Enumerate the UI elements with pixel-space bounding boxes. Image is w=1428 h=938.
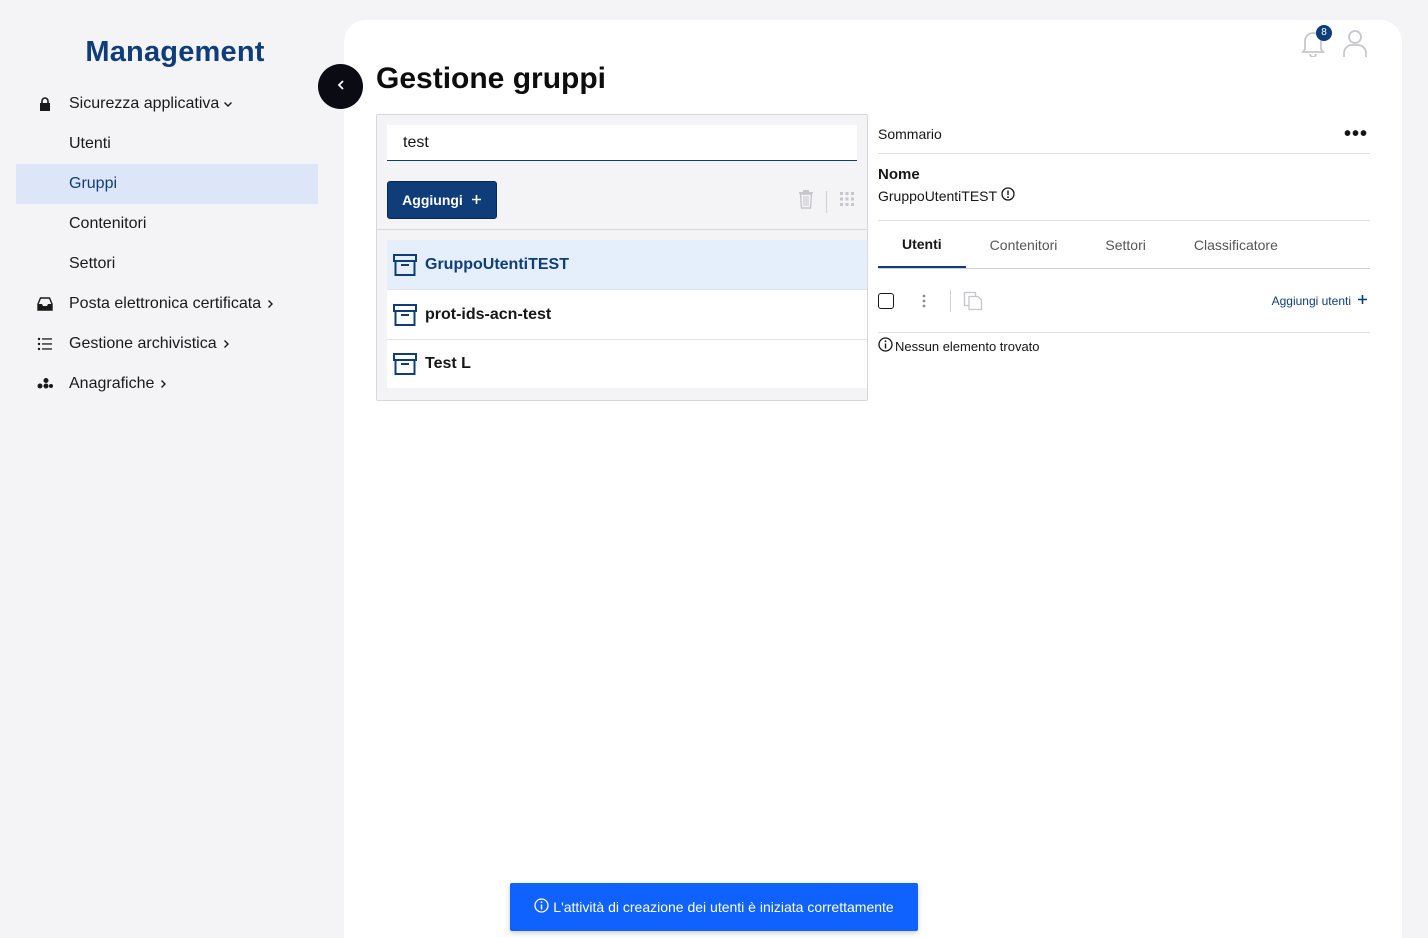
tab-contenitori[interactable]: Contenitori [966, 221, 1082, 268]
plus-icon [471, 192, 482, 208]
list-item-label: GruppoUtentiTEST [425, 255, 569, 273]
select-all-checkbox[interactable] [878, 292, 894, 309]
sidebar-item-label: Gruppi [69, 175, 118, 192]
sidebar-item-label: Sicurezza applicativa [69, 95, 220, 112]
sidebar-item-contenitori[interactable]: Contenitori [16, 204, 318, 244]
groups-list: GruppoUtentiTEST prot-ids-acn-test Test … [387, 240, 867, 388]
more-options-icon[interactable]: ••• [1344, 124, 1370, 144]
tab-utenti[interactable]: Utenti [878, 221, 966, 268]
sidebar-item-settori[interactable]: Settori [16, 244, 318, 284]
archive-box-icon [387, 353, 425, 375]
plus-icon [1357, 294, 1368, 308]
tab-settori[interactable]: Settori [1081, 221, 1169, 268]
info-icon [534, 898, 549, 916]
tools-divider [826, 190, 827, 213]
warning-icon[interactable] [1001, 187, 1015, 204]
kebab-menu-icon[interactable] [922, 294, 926, 308]
lock-icon [16, 96, 69, 112]
empty-text: Nessun elemento trovato [895, 338, 1040, 354]
chevron-right-icon [221, 339, 231, 349]
list-item[interactable]: Test L [387, 340, 867, 388]
users-toolbar: Aggiungi utenti [878, 269, 1370, 333]
summary-panel: Sommario ••• Nome GruppoUtentiTEST Utent… [878, 114, 1370, 355]
copy-icon[interactable] [963, 291, 983, 311]
sidebar-nav: Sicurezza applicativa Utenti Gruppi Cont… [16, 84, 318, 404]
panel-divider [377, 229, 867, 230]
tab-classificatore[interactable]: Classificatore [1170, 221, 1302, 268]
chevron-right-icon [158, 379, 168, 389]
notification-badge: 8 [1316, 24, 1332, 41]
sidebar-item-gestione-archivistica[interactable]: Gestione archivistica [16, 324, 318, 364]
list-item-label: prot-ids-acn-test [425, 305, 552, 323]
add-button-label: Aggiungi [402, 192, 463, 208]
summary-tabs-wrap: Utenti Contenitori Settori Classificator… [878, 220, 1370, 355]
sidebar-item-gruppi[interactable]: Gruppi [16, 164, 318, 204]
list-item[interactable]: GruppoUtentiTEST [387, 240, 867, 290]
empty-state: Nessun elemento trovato [878, 337, 1370, 355]
search-input[interactable] [387, 125, 857, 161]
sidebar: Management Sicurezza applicativa Utenti … [0, 0, 330, 938]
panel-tools [798, 189, 855, 214]
sidebar-item-label: Posta elettronica certificata [69, 295, 262, 312]
summary-tabs: Utenti Contenitori Settori Classificator… [878, 221, 1370, 269]
toast-notification: L'attività di creazione dei utenti è ini… [510, 883, 918, 931]
name-value: GruppoUtentiTEST [878, 187, 998, 204]
sidebar-item-label: Contenitori [69, 215, 147, 232]
chevron-right-icon [265, 299, 275, 309]
sidebar-item-posta-elettronica[interactable]: Posta elettronica certificata [16, 284, 318, 324]
add-users-button[interactable]: Aggiungi utenti [1272, 294, 1368, 308]
groups-panel: Aggiungi GruppoUtentiTEST [376, 114, 868, 401]
inbox-icon [16, 297, 69, 311]
summary-title: Sommario [878, 125, 942, 142]
brand-title: Management [85, 36, 265, 68]
grid-dots-icon[interactable] [839, 191, 855, 212]
chevron-down-icon [223, 99, 233, 109]
add-group-button[interactable]: Aggiungi [387, 181, 497, 219]
sidebar-item-sicurezza-applicativa[interactable]: Sicurezza applicativa [16, 84, 318, 124]
list-item-label: Test L [425, 355, 471, 372]
name-value-row: GruppoUtentiTEST [878, 187, 1370, 204]
sidebar-item-anagrafiche[interactable]: Anagrafiche [16, 364, 318, 404]
grid-icon [16, 377, 69, 391]
sidebar-item-label: Settori [69, 255, 116, 272]
page-title: Gestione gruppi [376, 62, 607, 95]
info-icon [878, 337, 893, 355]
list-icon [16, 337, 69, 351]
toolbar-divider [950, 289, 951, 312]
add-users-label: Aggiungi utenti [1271, 293, 1351, 308]
notifications-button[interactable]: 8 [1300, 24, 1332, 62]
summary-header: Sommario ••• [878, 114, 1370, 154]
collapse-sidebar-button[interactable] [318, 64, 363, 109]
user-icon[interactable] [1342, 28, 1368, 63]
main-content: 8 Gestione gruppi Aggiungi [344, 20, 1402, 938]
trash-icon[interactable] [798, 189, 814, 214]
sidebar-item-label: Anagrafiche [69, 375, 155, 392]
list-item[interactable]: prot-ids-acn-test [387, 290, 867, 340]
chevron-left-icon [336, 78, 346, 96]
archive-box-icon [387, 253, 425, 276]
sidebar-item-utenti[interactable]: Utenti [16, 124, 318, 164]
header-actions: 8 [1300, 24, 1368, 63]
name-label: Nome [878, 166, 920, 183]
archive-box-icon [387, 303, 425, 326]
sidebar-item-label: Utenti [69, 135, 111, 152]
toast-message: L'attività di creazione dei utenti è ini… [553, 899, 894, 915]
sidebar-item-label: Gestione archivistica [69, 335, 217, 352]
